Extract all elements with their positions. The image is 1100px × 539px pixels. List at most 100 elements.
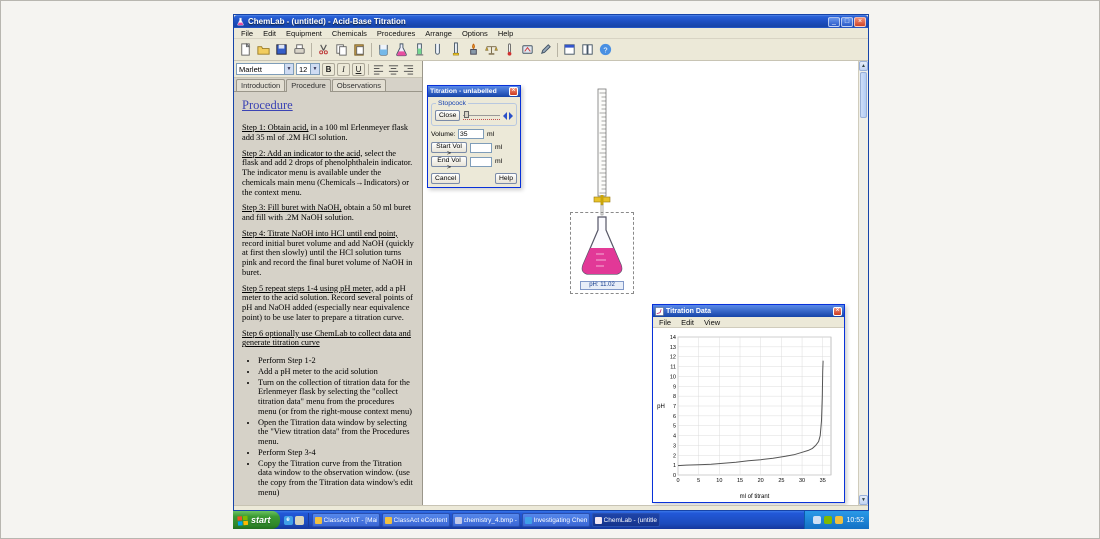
- buret-icon[interactable]: [447, 41, 464, 58]
- close-button[interactable]: ×: [854, 17, 866, 27]
- tab-introduction[interactable]: Introduction: [236, 79, 285, 91]
- menu-arrange[interactable]: Arrange: [420, 29, 457, 38]
- cut-icon[interactable]: [315, 41, 332, 58]
- titration-data-menu-edit[interactable]: Edit: [676, 318, 699, 327]
- scroll-track[interactable]: [859, 119, 868, 495]
- procedure-step-2: Step 2: Add an indicator to the acid, se…: [242, 149, 414, 198]
- taskbar-button[interactable]: Investigating Chemist...: [522, 513, 590, 527]
- titration-data-window: Titration Data × FileEditView 0510152025…: [652, 304, 845, 503]
- cascade-windows-icon[interactable]: [561, 41, 578, 58]
- print-icon[interactable]: [291, 41, 308, 58]
- lab-workspace[interactable]: Titration - unlabelled × Stopcock Close: [423, 61, 868, 505]
- chevron-down-icon[interactable]: ▼: [284, 64, 293, 74]
- procedure-bullet-4: Open the Titration data window by select…: [258, 418, 414, 447]
- stopcock-state-button[interactable]: Close: [435, 110, 460, 121]
- chevron-down-icon[interactable]: ▼: [310, 64, 319, 74]
- menu-equipment[interactable]: Equipment: [281, 29, 327, 38]
- underline-button[interactable]: U: [352, 63, 365, 76]
- start-vol-input[interactable]: [470, 143, 492, 153]
- help-button[interactable]: Help: [495, 173, 517, 184]
- menu-options[interactable]: Options: [457, 29, 493, 38]
- svg-text:pH: pH: [657, 404, 665, 410]
- start-button[interactable]: start: [233, 511, 280, 529]
- erlenmeyer-flask[interactable]: [576, 216, 628, 278]
- tray-volume-icon[interactable]: [813, 516, 821, 524]
- balance-icon[interactable]: [483, 41, 500, 58]
- toolbar-separator: [371, 43, 372, 57]
- copy-icon[interactable]: [333, 41, 350, 58]
- align-center-button[interactable]: [387, 63, 400, 76]
- stopcock-flow-slider[interactable]: [463, 111, 500, 120]
- toolbar-separator: [311, 43, 312, 57]
- tab-observations[interactable]: Observations: [332, 79, 386, 91]
- ph-meter-icon[interactable]: [519, 41, 536, 58]
- end-vol-button[interactable]: End Vol >: [431, 156, 467, 167]
- save-file-icon[interactable]: [273, 41, 290, 58]
- procedure-bullet-list: Perform Step 1-2Add a pH meter to the ac…: [258, 356, 414, 498]
- start-vol-button[interactable]: Start Vol >: [431, 142, 467, 153]
- quick-launch-desktop-icon[interactable]: [295, 516, 304, 525]
- scroll-down-icon[interactable]: ▼: [859, 495, 868, 505]
- procedure-step-4: Step 4: Titrate NaOH into HCl until end …: [242, 229, 414, 278]
- align-right-button[interactable]: [402, 63, 415, 76]
- svg-text:1: 1: [673, 463, 676, 469]
- maximize-button[interactable]: □: [841, 17, 853, 27]
- new-document-icon[interactable]: [237, 41, 254, 58]
- taskbar-button[interactable]: ClassAct eContent Br...: [382, 513, 450, 527]
- svg-text:5: 5: [697, 478, 700, 484]
- vertical-scrollbar[interactable]: ▲ ▼: [858, 61, 868, 505]
- taskbar-button[interactable]: chemistry_4.bmp - Paint: [452, 513, 520, 527]
- scroll-thumb[interactable]: [860, 72, 867, 118]
- tray-alert-icon[interactable]: [835, 516, 843, 524]
- procedure-panel[interactable]: Procedure Step 1: Obtain acid, in a 100 …: [234, 92, 422, 505]
- menu-chemicals[interactable]: Chemicals: [327, 29, 372, 38]
- app-icon: [236, 17, 245, 26]
- buret[interactable]: [590, 88, 614, 218]
- bunsen-burner-icon[interactable]: [465, 41, 482, 58]
- titration-data-menu-view[interactable]: View: [699, 318, 725, 327]
- titration-dialog-close-icon[interactable]: ×: [509, 87, 518, 96]
- thermometer-icon[interactable]: [501, 41, 518, 58]
- titration-dialog-titlebar[interactable]: Titration - unlabelled ×: [428, 86, 520, 97]
- volume-input[interactable]: [458, 129, 484, 139]
- quick-launch-browser-icon[interactable]: e: [284, 516, 293, 525]
- font-size-select[interactable]: 12▼: [296, 63, 320, 75]
- cancel-button[interactable]: Cancel: [431, 173, 460, 184]
- align-left-button[interactable]: [372, 63, 385, 76]
- help-icon[interactable]: ?: [597, 41, 614, 58]
- titration-data-close-icon[interactable]: ×: [833, 307, 842, 316]
- titration-dialog-title: Titration - unlabelled: [430, 88, 509, 95]
- titration-data-titlebar[interactable]: Titration Data ×: [653, 305, 844, 317]
- slider-handle[interactable]: [464, 111, 469, 118]
- titration-dialog-body: Stopcock Close Volume:: [428, 97, 520, 187]
- window-titlebar[interactable]: ChemLab - (untitled) - Acid-Base Titrati…: [234, 15, 868, 28]
- tab-procedure[interactable]: Procedure: [286, 79, 331, 92]
- menu-help[interactable]: Help: [493, 29, 518, 38]
- font-family-select[interactable]: Marlett▼: [236, 63, 294, 75]
- menu-file[interactable]: File: [236, 29, 258, 38]
- svg-text:25: 25: [778, 478, 784, 484]
- procedure-bullet-5: Perform Step 3-4: [258, 448, 414, 458]
- tile-windows-icon[interactable]: [579, 41, 596, 58]
- open-file-icon[interactable]: [255, 41, 272, 58]
- minimize-button[interactable]: _: [828, 17, 840, 27]
- tray-network-icon[interactable]: [824, 516, 832, 524]
- scroll-up-icon[interactable]: ▲: [859, 61, 868, 71]
- bold-button[interactable]: B: [322, 63, 335, 76]
- menu-edit[interactable]: Edit: [258, 29, 281, 38]
- graduated-cylinder-icon[interactable]: [411, 41, 428, 58]
- erlenmeyer-flask-icon[interactable]: [393, 41, 410, 58]
- end-vol-input[interactable]: [470, 157, 492, 167]
- system-tray: 10:52: [804, 511, 869, 529]
- titration-data-menu-file[interactable]: File: [654, 318, 676, 327]
- paste-icon[interactable]: [351, 41, 368, 58]
- beaker-icon[interactable]: [375, 41, 392, 58]
- dropper-icon[interactable]: [537, 41, 554, 58]
- menu-procedures[interactable]: Procedures: [372, 29, 420, 38]
- taskbar-button[interactable]: ClassAct NT - [Main M...: [312, 513, 380, 527]
- svg-text:0: 0: [676, 478, 679, 484]
- italic-button[interactable]: I: [337, 63, 350, 76]
- svg-text:35: 35: [820, 478, 826, 484]
- test-tube-icon[interactable]: [429, 41, 446, 58]
- taskbar-button[interactable]: ChemLab - (untitled) ...: [592, 513, 660, 527]
